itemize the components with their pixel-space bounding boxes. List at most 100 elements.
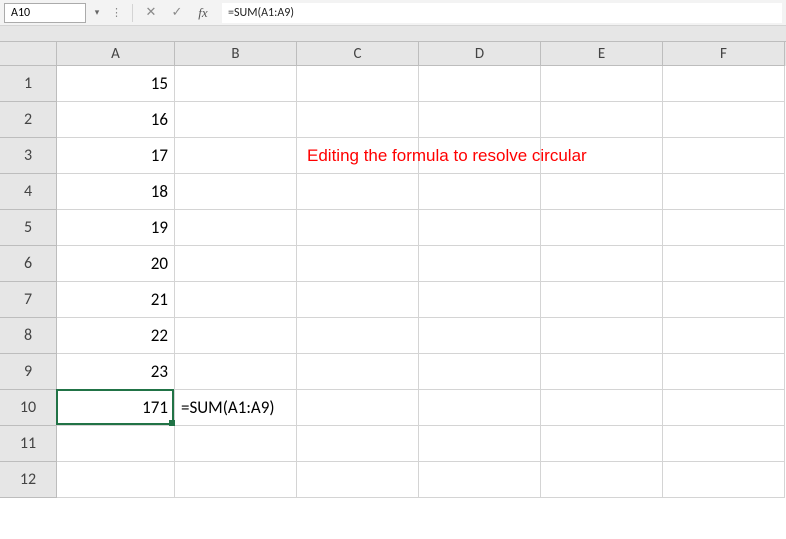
cell-B11[interactable] (175, 426, 297, 462)
cell-E6[interactable] (541, 246, 663, 282)
cell-B12[interactable] (175, 462, 297, 498)
cell-D8[interactable] (419, 318, 541, 354)
cell-F10[interactable] (663, 390, 785, 426)
cell-F12[interactable] (663, 462, 785, 498)
cell-A11[interactable] (57, 426, 175, 462)
cell-A12[interactable] (57, 462, 175, 498)
cell-F8[interactable] (663, 318, 785, 354)
row-header-5[interactable]: 5 (0, 210, 57, 246)
cell-E5[interactable] (541, 210, 663, 246)
cell-C4[interactable] (297, 174, 419, 210)
cell-E8[interactable] (541, 318, 663, 354)
row-header-12[interactable]: 12 (0, 462, 57, 498)
cell-A1[interactable]: 15 (57, 66, 175, 102)
cell-D10[interactable] (419, 390, 541, 426)
row-header-9[interactable]: 9 (0, 354, 57, 390)
table-row: 17 (57, 138, 785, 174)
cell-A7[interactable]: 21 (57, 282, 175, 318)
cell-F1[interactable] (663, 66, 785, 102)
cell-D6[interactable] (419, 246, 541, 282)
cell-E11[interactable] (541, 426, 663, 462)
cell-F11[interactable] (663, 426, 785, 462)
cell-E10[interactable] (541, 390, 663, 426)
cell-A3[interactable]: 17 (57, 138, 175, 174)
cell-A6[interactable]: 20 (57, 246, 175, 282)
cell-C3[interactable] (297, 138, 419, 174)
enter-icon[interactable]: ✓ (166, 3, 188, 23)
row-header-6[interactable]: 6 (0, 246, 57, 282)
formula-input[interactable]: =SUM(A1:A9) (222, 3, 782, 23)
cell-F2[interactable] (663, 102, 785, 138)
cell-B8[interactable] (175, 318, 297, 354)
name-box[interactable]: A10 (4, 3, 86, 23)
cell-B7[interactable] (175, 282, 297, 318)
cell-B4[interactable] (175, 174, 297, 210)
cell-C10[interactable] (297, 390, 419, 426)
cell-B9[interactable] (175, 354, 297, 390)
col-header-D[interactable]: D (419, 42, 541, 66)
cell-D2[interactable] (419, 102, 541, 138)
row-header-4[interactable]: 4 (0, 174, 57, 210)
cell-E7[interactable] (541, 282, 663, 318)
col-header-E[interactable]: E (541, 42, 663, 66)
name-box-dropdown[interactable]: ▾ (90, 4, 104, 22)
cell-D9[interactable] (419, 354, 541, 390)
cell-A10[interactable]: 171 (57, 390, 175, 426)
cancel-icon[interactable]: ✕ (140, 3, 162, 23)
row-header-10[interactable]: 10 (0, 390, 57, 426)
cell-F7[interactable] (663, 282, 785, 318)
cell-C5[interactable] (297, 210, 419, 246)
cell-E2[interactable] (541, 102, 663, 138)
cell-C7[interactable] (297, 282, 419, 318)
cell-F6[interactable] (663, 246, 785, 282)
col-header-C[interactable]: C (297, 42, 419, 66)
row-header-7[interactable]: 7 (0, 282, 57, 318)
select-all-corner[interactable] (0, 42, 57, 66)
col-header-A[interactable]: A (57, 42, 175, 66)
cell-A4[interactable]: 18 (57, 174, 175, 210)
fx-icon[interactable]: fx (192, 3, 214, 23)
cell-B10[interactable]: =SUM(A1:A9) (175, 390, 297, 426)
cell-E9[interactable] (541, 354, 663, 390)
cell-F4[interactable] (663, 174, 785, 210)
cell-E12[interactable] (541, 462, 663, 498)
cell-F3[interactable] (663, 138, 785, 174)
cell-A9[interactable]: 23 (57, 354, 175, 390)
cell-A2[interactable]: 16 (57, 102, 175, 138)
cell-C12[interactable] (297, 462, 419, 498)
cell-B1[interactable] (175, 66, 297, 102)
cell-D4[interactable] (419, 174, 541, 210)
cell-C9[interactable] (297, 354, 419, 390)
col-header-F[interactable]: F (663, 42, 785, 66)
cell-B6[interactable] (175, 246, 297, 282)
cell-A8[interactable]: 22 (57, 318, 175, 354)
row-header-2[interactable]: 2 (0, 102, 57, 138)
cell-B5[interactable] (175, 210, 297, 246)
cell-C11[interactable] (297, 426, 419, 462)
cell-B2[interactable] (175, 102, 297, 138)
cell-C8[interactable] (297, 318, 419, 354)
col-header-B[interactable]: B (175, 42, 297, 66)
row-header-8[interactable]: 8 (0, 318, 57, 354)
cell-D7[interactable] (419, 282, 541, 318)
cell-F9[interactable] (663, 354, 785, 390)
cell-A5[interactable]: 19 (57, 210, 175, 246)
cell-D1[interactable] (419, 66, 541, 102)
cell-E3[interactable] (541, 138, 663, 174)
cell-B3[interactable] (175, 138, 297, 174)
cell-D5[interactable] (419, 210, 541, 246)
row-header-3[interactable]: 3 (0, 138, 57, 174)
cell-E1[interactable] (541, 66, 663, 102)
column-headers: A B C D E F (0, 42, 786, 66)
row-header-1[interactable]: 1 (0, 66, 57, 102)
cell-D12[interactable] (419, 462, 541, 498)
cell-D3[interactable] (419, 138, 541, 174)
cell-C6[interactable] (297, 246, 419, 282)
cell-C2[interactable] (297, 102, 419, 138)
row-header-11[interactable]: 11 (0, 426, 57, 462)
formula-bar-expand-icon[interactable]: ⋮ (108, 6, 125, 19)
cell-D11[interactable] (419, 426, 541, 462)
cell-C1[interactable] (297, 66, 419, 102)
cell-E4[interactable] (541, 174, 663, 210)
cell-F5[interactable] (663, 210, 785, 246)
